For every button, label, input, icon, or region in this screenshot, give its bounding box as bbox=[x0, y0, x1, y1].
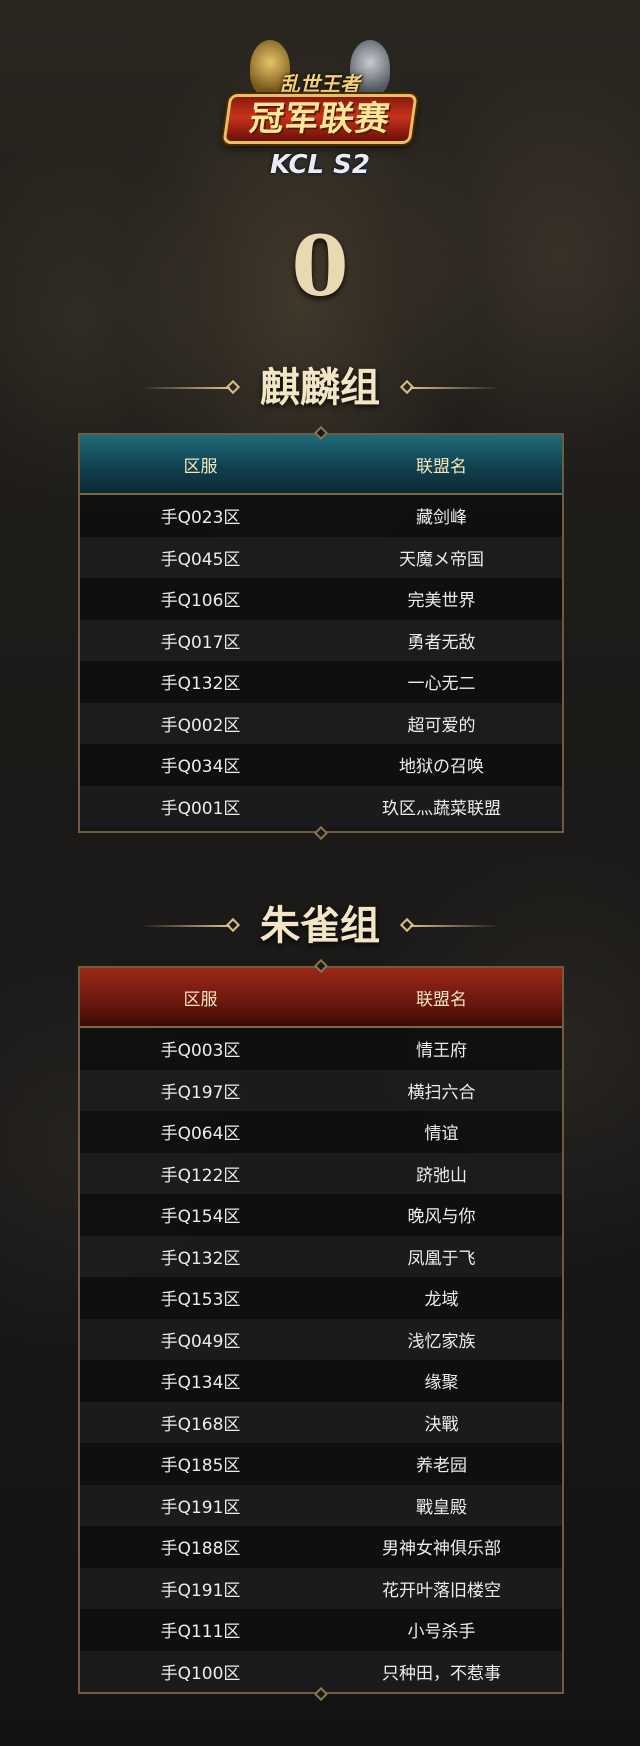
table-row: 手Q003区 情王府 bbox=[80, 1028, 562, 1070]
group-number: 0 bbox=[291, 219, 349, 315]
server-cell: 手Q049区 bbox=[160, 1331, 241, 1352]
table-body: 手Q003区 情王府手Q197区 横扫六合手Q064区 情谊手Q122区 跻弛山手Q15… bbox=[80, 1028, 562, 1692]
alliance-cell: 跻弛山 bbox=[416, 1165, 467, 1186]
alliance-cell: 地狱の召唤 bbox=[399, 757, 484, 778]
column-header-server: 区服 bbox=[183, 989, 218, 1010]
table-row: 手Q001区 玖区灬蔬菜联盟 bbox=[80, 785, 562, 827]
table-row: 手Q002区 超可爱的 bbox=[80, 702, 562, 744]
server-cell: 手Q106区 bbox=[160, 591, 241, 612]
server-cell: 手Q185区 bbox=[160, 1456, 241, 1477]
alliance-cell: 凤凰于飞 bbox=[407, 1248, 476, 1269]
table-row: 手Q100区 只种田，不惹事 bbox=[80, 1650, 562, 1692]
server-cell: 手Q191区 bbox=[160, 1580, 241, 1601]
column-header-alliance: 联盟名 bbox=[416, 456, 467, 477]
alliance-cell: 勇者无敌 bbox=[407, 632, 476, 653]
server-cell: 手Q002区 bbox=[160, 715, 241, 736]
table-row: 手Q134区 缘聚 bbox=[80, 1360, 562, 1402]
server-cell: 手Q111区 bbox=[160, 1622, 241, 1643]
column-header-server: 区服 bbox=[183, 456, 218, 477]
event-logo: 乱世王者 冠军联赛 KCL S2 bbox=[220, 40, 420, 190]
alliance-cell: 決戰 bbox=[424, 1414, 459, 1435]
server-cell: 手Q017区 bbox=[160, 632, 241, 653]
server-cell: 手Q003区 bbox=[160, 1041, 241, 1062]
table-row: 手Q122区 跻弛山 bbox=[80, 1152, 562, 1194]
alliance-cell: 晚风与你 bbox=[407, 1207, 476, 1228]
logo-season: KCL S2 bbox=[269, 150, 370, 180]
alliance-cell: 情谊 bbox=[424, 1124, 459, 1145]
alliance-cell: 完美世界 bbox=[407, 591, 476, 612]
server-cell: 手Q132区 bbox=[160, 674, 241, 695]
table-row: 手Q111区 小号杀手 bbox=[80, 1609, 562, 1651]
group-table-qilin: 区服 联盟名 手Q023区 藏剑峰 手Q045区 天魔メ帝国 手Q106区 完美世界 手Q0… bbox=[78, 425, 564, 841]
table-row: 手Q197区 横扫六合 bbox=[80, 1069, 562, 1111]
alliance-cell: 横扫六合 bbox=[407, 1082, 476, 1103]
table-header: 区服 联盟名 bbox=[80, 968, 562, 1028]
alliance-cell: 一心无二 bbox=[407, 674, 476, 695]
group-title-zhuque: 朱雀组 bbox=[0, 898, 640, 954]
alliance-cell: 浅忆家族 bbox=[407, 1331, 476, 1352]
alliance-cell: 男神女神俱乐部 bbox=[382, 1539, 501, 1560]
server-cell: 手Q034区 bbox=[160, 757, 241, 778]
table-row: 手Q017区 勇者无敌 bbox=[80, 619, 562, 661]
server-cell: 手Q100区 bbox=[160, 1663, 241, 1684]
table-row: 手Q188区 男神女神俱乐部 bbox=[80, 1526, 562, 1568]
server-cell: 手Q023区 bbox=[160, 508, 241, 529]
group-name: 麒麟组 bbox=[260, 364, 380, 411]
alliance-cell: 天魔メ帝国 bbox=[399, 549, 484, 570]
server-cell: 手Q197区 bbox=[160, 1082, 241, 1103]
table-row: 手Q153区 龙域 bbox=[80, 1277, 562, 1319]
alliance-cell: 情王府 bbox=[416, 1041, 467, 1062]
server-cell: 手Q132区 bbox=[160, 1248, 241, 1269]
group-title-qilin: 麒麟组 bbox=[0, 360, 640, 416]
alliance-cell: 藏剑峰 bbox=[416, 508, 467, 529]
alliance-cell: 超可爱的 bbox=[407, 715, 476, 736]
table-row: 手Q132区 凤凰于飞 bbox=[80, 1235, 562, 1277]
table-row: 手Q045区 天魔メ帝国 bbox=[80, 536, 562, 578]
server-cell: 手Q154区 bbox=[160, 1207, 241, 1228]
table-body: 手Q023区 藏剑峰手Q045区 天魔メ帝国手Q106区 完美世界手Q017区 勇者无敌… bbox=[80, 495, 562, 827]
server-cell: 手Q153区 bbox=[160, 1290, 241, 1311]
table-row: 手Q154区 晚风与你 bbox=[80, 1194, 562, 1236]
table-row: 手Q185区 养老园 bbox=[80, 1443, 562, 1485]
table-row: 手Q168区 決戰 bbox=[80, 1401, 562, 1443]
column-header-alliance: 联盟名 bbox=[416, 989, 467, 1010]
table-row: 手Q191区 花开叶落旧楼空 bbox=[80, 1567, 562, 1609]
server-cell: 手Q134区 bbox=[160, 1373, 241, 1394]
server-cell: 手Q001区 bbox=[160, 798, 241, 819]
server-cell: 手Q191区 bbox=[160, 1497, 241, 1518]
alliance-cell: 养老园 bbox=[416, 1456, 467, 1477]
table-row: 手Q132区 一心无二 bbox=[80, 661, 562, 703]
server-cell: 手Q168区 bbox=[160, 1414, 241, 1435]
alliance-cell: 只种田，不惹事 bbox=[382, 1663, 501, 1684]
logo-game-name: 乱世王者 bbox=[280, 72, 360, 96]
table-header: 区服 联盟名 bbox=[80, 435, 562, 495]
alliance-cell: 花开叶落旧楼空 bbox=[382, 1580, 501, 1601]
group-table-zhuque: 区服 联盟名 手Q003区 情王府手Q197区 横扫六合手Q064区 情谊手Q122区… bbox=[78, 958, 564, 1702]
alliance-cell: 缘聚 bbox=[424, 1373, 459, 1394]
alliance-cell: 玖区灬蔬菜联盟 bbox=[382, 798, 501, 819]
table-row: 手Q191区 戰皇殿 bbox=[80, 1484, 562, 1526]
alliance-cell: 龙域 bbox=[424, 1290, 459, 1311]
alliance-cell: 戰皇殿 bbox=[416, 1497, 467, 1518]
table-row: 手Q064区 情谊 bbox=[80, 1111, 562, 1153]
table-row: 手Q106区 完美世界 bbox=[80, 578, 562, 620]
table-row: 手Q023区 藏剑峰 bbox=[80, 495, 562, 537]
logo-title: 冠军联赛 bbox=[222, 94, 418, 144]
page: 乱世王者 冠军联赛 KCL S2 0 麒麟组 区服 联盟名 手Q023区 藏剑峰手… bbox=[0, 0, 640, 1746]
server-cell: 手Q045区 bbox=[160, 549, 241, 570]
alliance-cell: 小号杀手 bbox=[407, 1622, 476, 1643]
server-cell: 手Q064区 bbox=[160, 1124, 241, 1145]
group-name: 朱雀组 bbox=[260, 902, 380, 949]
table-row: 手Q034区 地狱の召唤 bbox=[80, 744, 562, 786]
table-bottom-diamond bbox=[313, 825, 329, 841]
table-row: 手Q049区 浅忆家族 bbox=[80, 1318, 562, 1360]
server-cell: 手Q122区 bbox=[160, 1165, 241, 1186]
server-cell: 手Q188区 bbox=[160, 1539, 241, 1560]
